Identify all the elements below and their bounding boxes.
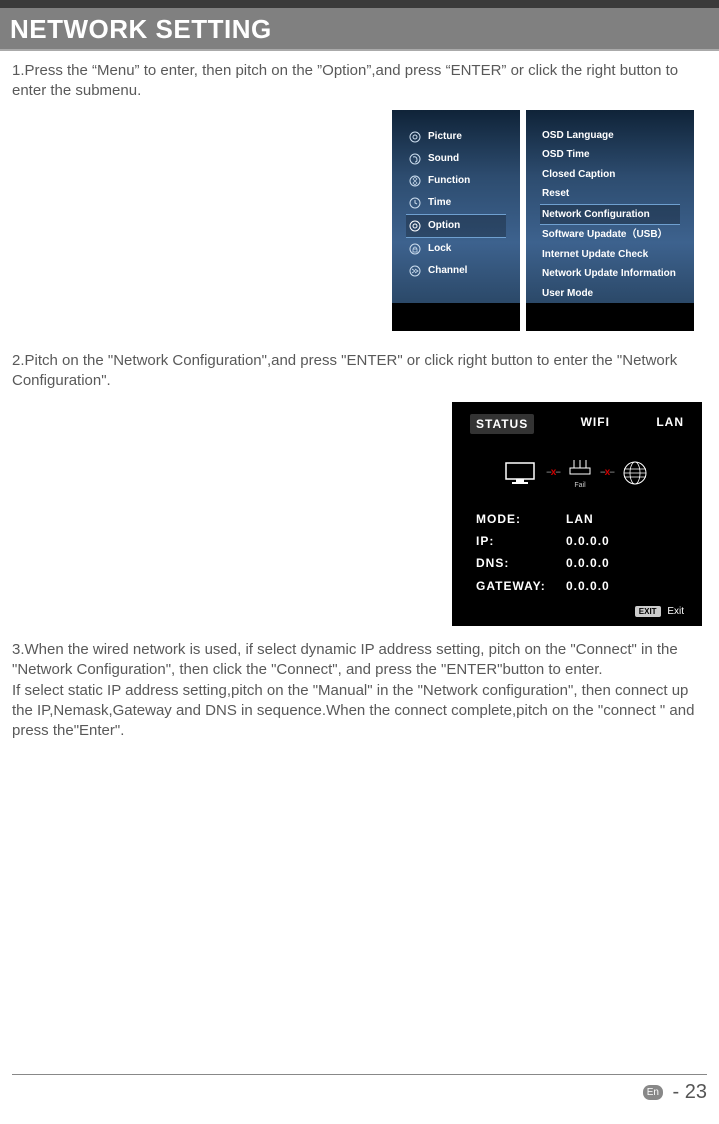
submenu-item-label: Internet Update Check xyxy=(542,249,648,260)
menu-item-label: Function xyxy=(428,174,470,188)
option-icon xyxy=(408,219,422,233)
menu-item-label: Picture xyxy=(428,130,462,144)
menu-item-channel[interactable]: Channel xyxy=(406,260,506,282)
submenu-item-label: Network Configuration xyxy=(542,209,650,220)
submenu-item[interactable]: User Mode xyxy=(540,284,680,304)
menu-bottom-bar xyxy=(392,303,520,331)
connection-diagram: --x-- Fail --x-- xyxy=(464,456,690,490)
osd-menu-right: OSD Language OSD Time Closed Caption Res… xyxy=(526,110,694,332)
top-dark-bar xyxy=(0,0,719,8)
submenu-item-label: OSD Language xyxy=(542,130,614,141)
channel-icon xyxy=(408,264,422,278)
submenu-item[interactable]: Internet Update Check xyxy=(540,245,680,265)
status-row-dns: DNS:0.0.0.0 xyxy=(464,552,690,574)
menu-item-label: Time xyxy=(428,196,451,210)
menu-item-time[interactable]: Time xyxy=(406,192,506,214)
menu-item-label: Channel xyxy=(428,264,467,278)
submenu-item[interactable]: Reset xyxy=(540,184,680,204)
sound-icon xyxy=(408,152,422,166)
submenu-item-label: Reset xyxy=(542,188,569,199)
picture-icon xyxy=(408,130,422,144)
x-connection-1: --x-- xyxy=(546,466,560,480)
submenu-item-label: Closed Caption xyxy=(542,169,615,180)
submenu-item-label: User Mode xyxy=(542,288,593,299)
language-badge: En xyxy=(643,1085,663,1100)
submenu-item[interactable]: Network Update Information xyxy=(540,264,680,284)
osd-menu-left: Picture Sound Function Time Option Lock xyxy=(392,110,520,332)
submenu-item[interactable]: Software Upadate（USB） xyxy=(540,225,680,245)
menu-item-lock[interactable]: Lock xyxy=(406,238,506,260)
globe-icon xyxy=(620,459,650,487)
submenu-item-label: OSD Time xyxy=(542,149,590,160)
menu-item-label: Lock xyxy=(428,242,451,256)
page-footer: En - 23 xyxy=(12,1074,707,1104)
status-key: DNS: xyxy=(476,555,566,571)
status-row-ip: IP:0.0.0.0 xyxy=(464,530,690,552)
tv-icon xyxy=(504,459,540,487)
status-key: IP: xyxy=(476,533,566,549)
time-icon xyxy=(408,196,422,210)
submenu-item-label: Software Upadate（USB） xyxy=(542,229,668,240)
status-key: GATEWAY: xyxy=(476,578,566,594)
status-row-mode: MODE:LAN xyxy=(464,508,690,530)
menu-item-sound[interactable]: Sound xyxy=(406,148,506,170)
router-block: Fail xyxy=(566,456,594,490)
page-title: NETWORK SETTING xyxy=(0,8,719,49)
x-connection-2: --x-- xyxy=(600,466,614,480)
exit-button[interactable]: EXIT xyxy=(635,606,661,617)
lock-icon xyxy=(408,242,422,256)
router-icon xyxy=(566,456,594,476)
exit-label: Exit xyxy=(667,606,684,617)
status-value: LAN xyxy=(566,511,594,527)
step-2-text: 2.Pitch on the "Network Configuration",a… xyxy=(12,351,707,392)
menu-item-function[interactable]: Function xyxy=(406,170,506,192)
tab-wifi[interactable]: WIFI xyxy=(581,414,610,434)
osd-menu-screenshot: Picture Sound Function Time Option Lock xyxy=(392,110,707,332)
menu-bottom-bar xyxy=(526,303,694,331)
tab-lan[interactable]: LAN xyxy=(656,414,684,434)
menu-item-label: Option xyxy=(428,219,460,233)
step-3-text: 3.When the wired network is used, if sel… xyxy=(12,640,707,741)
network-status-screenshot: STATUS WIFI LAN --x-- Fail --x-- MODE:LA… xyxy=(452,402,702,627)
status-value: 0.0.0.0 xyxy=(566,555,610,571)
status-value: 0.0.0.0 xyxy=(566,578,610,594)
submenu-item-label: Network Update Information xyxy=(542,268,676,279)
status-tabs: STATUS WIFI LAN xyxy=(464,414,690,434)
status-row-gateway: GATEWAY:0.0.0.0 xyxy=(464,575,690,597)
function-icon xyxy=(408,174,422,188)
footer-sep: - xyxy=(673,1081,680,1103)
submenu-item[interactable]: Closed Caption xyxy=(540,165,680,185)
submenu-item[interactable]: OSD Language xyxy=(540,126,680,146)
status-key: MODE: xyxy=(476,511,566,527)
menu-item-option[interactable]: Option xyxy=(406,214,506,238)
tab-status[interactable]: STATUS xyxy=(470,414,534,434)
page-number: 23 xyxy=(685,1081,707,1103)
exit-row: EXIT Exit xyxy=(464,597,690,619)
fail-label: Fail xyxy=(566,481,594,490)
step-1-text: 1.Press the “Menu” to enter, then pitch … xyxy=(12,61,707,102)
status-value: 0.0.0.0 xyxy=(566,533,610,549)
menu-item-picture[interactable]: Picture xyxy=(406,126,506,148)
menu-item-label: Sound xyxy=(428,152,459,166)
submenu-item-network-config[interactable]: Network Configuration xyxy=(540,204,680,226)
submenu-item[interactable]: OSD Time xyxy=(540,145,680,165)
